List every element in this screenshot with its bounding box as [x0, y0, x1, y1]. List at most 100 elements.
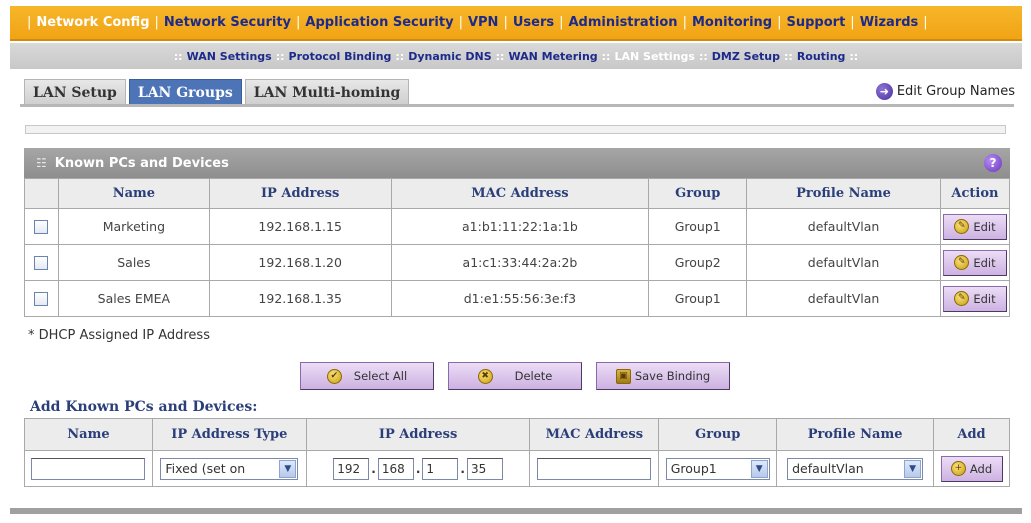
row-checkbox[interactable]	[34, 220, 49, 235]
ip-octet-2-input[interactable]: 168	[377, 457, 414, 480]
cell-group: Group1	[648, 280, 748, 317]
add-label: Add	[969, 461, 993, 476]
add-col-group: Group	[658, 418, 778, 451]
cell-profile: defaultVlan	[746, 244, 941, 281]
group-value: Group1	[670, 461, 717, 476]
add-col-ip-type: IP Address Type	[151, 418, 307, 451]
cell-profile: defaultVlan	[746, 280, 941, 317]
top-nav-application-security[interactable]: Application Security	[305, 15, 453, 30]
message-bar	[25, 125, 1006, 134]
pencil-icon: ✎	[954, 219, 970, 234]
edit-button[interactable]: ✎ Edit	[942, 213, 1007, 240]
ip-octet-4-input[interactable]: 35	[466, 457, 503, 480]
tab-bar: LAN Setup LAN Groups LAN Multi-homing	[24, 79, 412, 105]
row-checkbox[interactable]	[34, 292, 49, 307]
edit-group-names-label: Edit Group Names	[896, 84, 1015, 99]
edit-button[interactable]: ✎ Edit	[942, 249, 1007, 276]
dhcp-note: * DHCP Assigned IP Address	[28, 328, 210, 343]
add-table-row: Fixed (set on ▼ 192 . 168 . 1 . 35 Group…	[24, 450, 1010, 487]
sub-nav-dmz-setup[interactable]: DMZ Setup	[712, 50, 780, 63]
cell-mac: d1:e1:55:56:3e:f3	[390, 280, 650, 317]
name-input[interactable]	[31, 457, 146, 480]
cell-group: Group1	[648, 208, 748, 245]
ip-octet-3-input[interactable]: 1	[422, 457, 459, 480]
pencil-icon: ✎	[954, 255, 970, 270]
plus-icon: +	[950, 461, 966, 476]
top-nav-monitoring[interactable]: Monitoring	[692, 15, 772, 30]
cell-profile: defaultVlan	[746, 208, 941, 245]
cell-mac: a1:b1:11:22:1a:1b	[390, 208, 650, 245]
chevron-down-icon: ▼	[904, 459, 922, 478]
save-binding-label: Save Binding	[634, 369, 711, 383]
table-row: Sales 192.168.1.20 a1:c1:33:44:2a:2b Gro…	[24, 244, 1011, 281]
col-name: Name	[57, 178, 210, 209]
cell-ip: 192.168.1.20	[208, 244, 392, 281]
profile-value: defaultVlan	[792, 461, 864, 476]
pencil-icon: ✎	[954, 291, 970, 306]
floppy-disk-icon: ▣	[615, 368, 631, 384]
top-nav-administration[interactable]: Administration	[568, 15, 677, 30]
table-row: Sales EMEA 192.168.1.35 d1:e1:55:56:3e:f…	[24, 280, 1011, 317]
mac-address-input[interactable]	[537, 457, 652, 480]
row-checkbox[interactable]	[34, 256, 49, 271]
group-select[interactable]: Group1 ▼	[665, 457, 770, 480]
profile-select[interactable]: defaultVlan ▼	[787, 457, 924, 480]
top-nav-network-security[interactable]: Network Security	[164, 15, 291, 30]
cell-ip: 192.168.1.15	[208, 208, 392, 245]
ip-address-input-group: 192 . 168 . 1 . 35	[333, 457, 503, 480]
select-all-button[interactable]: ✔ Select All	[300, 362, 434, 390]
edit-label: Edit	[973, 255, 996, 270]
col-action: Action	[939, 178, 1011, 209]
add-col-add: Add	[933, 418, 1010, 451]
add-known-pcs-table: Name IP Address Type IP Address MAC Addr…	[24, 418, 1010, 487]
col-group: Group	[648, 178, 748, 209]
chevron-down-icon: ▼	[279, 459, 297, 478]
save-binding-button[interactable]: ▣ Save Binding	[596, 362, 730, 390]
top-nav-wizards[interactable]: Wizards	[860, 15, 919, 30]
tab-lan-setup[interactable]: LAN Setup	[24, 79, 126, 105]
top-nav-users[interactable]: Users	[513, 15, 554, 30]
sub-nav-routing[interactable]: Routing	[797, 50, 846, 63]
sub-nav-dynamic-dns[interactable]: Dynamic DNS	[408, 50, 491, 63]
sub-nav-wan-metering[interactable]: WAN Metering	[508, 50, 597, 63]
sub-nav: :: WAN Settings :: Protocol Binding :: D…	[10, 43, 1022, 69]
select-all-label: Select All	[353, 369, 408, 383]
add-col-profile-name: Profile Name	[776, 418, 935, 451]
sub-nav-wan-settings[interactable]: WAN Settings	[187, 50, 272, 63]
known-pcs-table: Name IP Address MAC Address Group Profil…	[24, 178, 1011, 317]
delete-button[interactable]: ✖ Delete	[448, 362, 582, 390]
grip-icon: ☷	[36, 156, 47, 170]
ip-type-select[interactable]: Fixed (set on ▼	[160, 457, 299, 480]
delete-icon: ✖	[477, 368, 493, 384]
table-row: Marketing 192.168.1.15 a1:b1:11:22:1a:1b…	[24, 208, 1011, 245]
tab-lan-groups[interactable]: LAN Groups	[128, 79, 242, 105]
top-nav-network-config[interactable]: Network Config	[36, 15, 149, 30]
col-profile-name: Profile Name	[746, 178, 941, 209]
cell-group: Group2	[648, 244, 748, 281]
cell-name: Sales	[57, 244, 210, 281]
add-col-mac-address: MAC Address	[529, 418, 660, 451]
top-nav: | Network Config | Network Security | Ap…	[10, 6, 1022, 41]
add-button[interactable]: + Add	[940, 455, 1003, 482]
known-pcs-header: ☷ Known PCs and Devices ?	[24, 148, 1010, 178]
edit-group-names-link[interactable]: ➜ Edit Group Names	[875, 83, 1015, 100]
sub-nav-lan-settings[interactable]: LAN Settings	[614, 50, 694, 63]
ip-type-value: Fixed (set on	[165, 461, 246, 476]
ip-octet-1-input[interactable]: 192	[333, 457, 370, 480]
edit-label: Edit	[973, 291, 996, 306]
action-buttons: ✔ Select All ✖ Delete ▣ Save Binding	[300, 362, 744, 390]
help-icon[interactable]: ?	[984, 154, 1002, 172]
arrow-right-icon: ➜	[875, 83, 893, 100]
tab-lan-multi-homing[interactable]: LAN Multi-homing	[244, 79, 410, 105]
chevron-down-icon: ▼	[750, 459, 768, 478]
add-col-ip-address: IP Address	[305, 418, 531, 451]
top-nav-vpn[interactable]: VPN	[468, 15, 498, 30]
col-ip-address: IP Address	[208, 178, 392, 209]
table-header-row: Name IP Address MAC Address Group Profil…	[24, 178, 1011, 209]
edit-button[interactable]: ✎ Edit	[942, 285, 1007, 312]
top-nav-support[interactable]: Support	[787, 15, 846, 30]
check-icon: ✔	[326, 368, 342, 384]
sub-nav-protocol-binding[interactable]: Protocol Binding	[289, 50, 392, 63]
footer-bar	[10, 508, 1022, 514]
col-mac-address: MAC Address	[390, 178, 650, 209]
